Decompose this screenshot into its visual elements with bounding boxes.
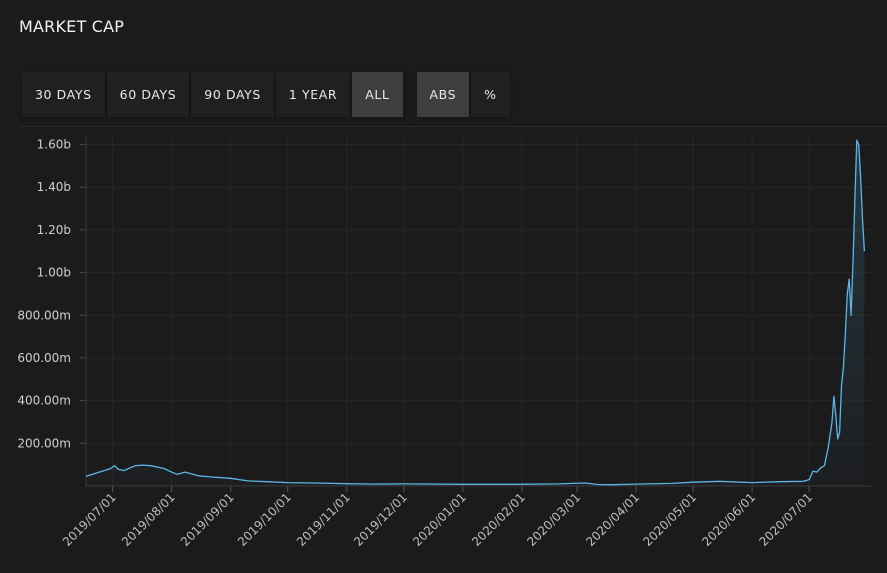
y-tick-label: 1.00b — [37, 266, 71, 280]
y-tick-label: 600.00m — [17, 351, 71, 365]
x-tick-label: 2019/07/01 — [60, 490, 119, 549]
y-tick-label: 200.00m — [17, 436, 71, 450]
market-cap-chart[interactable]: 200.00m 400.00m 600.00m 800.00m 1.00b 1.20b 1.… — [0, 0, 887, 573]
y-tick-label: 400.00m — [17, 394, 71, 408]
x-tick-label: 2020/04/01 — [583, 490, 642, 549]
x-tick-label: 2019/11/01 — [294, 490, 353, 549]
x-tick-label: 2020/02/01 — [469, 490, 528, 549]
x-tick-label: 2020/07/01 — [757, 490, 816, 549]
x-tick-label: 2019/09/01 — [178, 490, 237, 549]
series-line — [85, 139, 866, 486]
x-tick-label: 2019/08/01 — [119, 490, 178, 549]
y-tick-label: 800.00m — [17, 308, 71, 322]
x-tick-label: 2020/05/01 — [640, 490, 699, 549]
x-tick-label: 2020/01/01 — [410, 490, 469, 549]
x-tick-label: 2020/03/01 — [524, 490, 583, 549]
x-tick-label: 2019/12/01 — [351, 490, 410, 549]
x-tick-label: 2020/06/01 — [699, 490, 758, 549]
y-tick-label: 1.40b — [37, 180, 71, 194]
x-tick-label: 2019/10/01 — [235, 490, 294, 549]
y-tick-label: 1.20b — [37, 223, 71, 237]
y-tick-label: 1.60b — [37, 138, 71, 152]
series-area — [86, 140, 865, 487]
